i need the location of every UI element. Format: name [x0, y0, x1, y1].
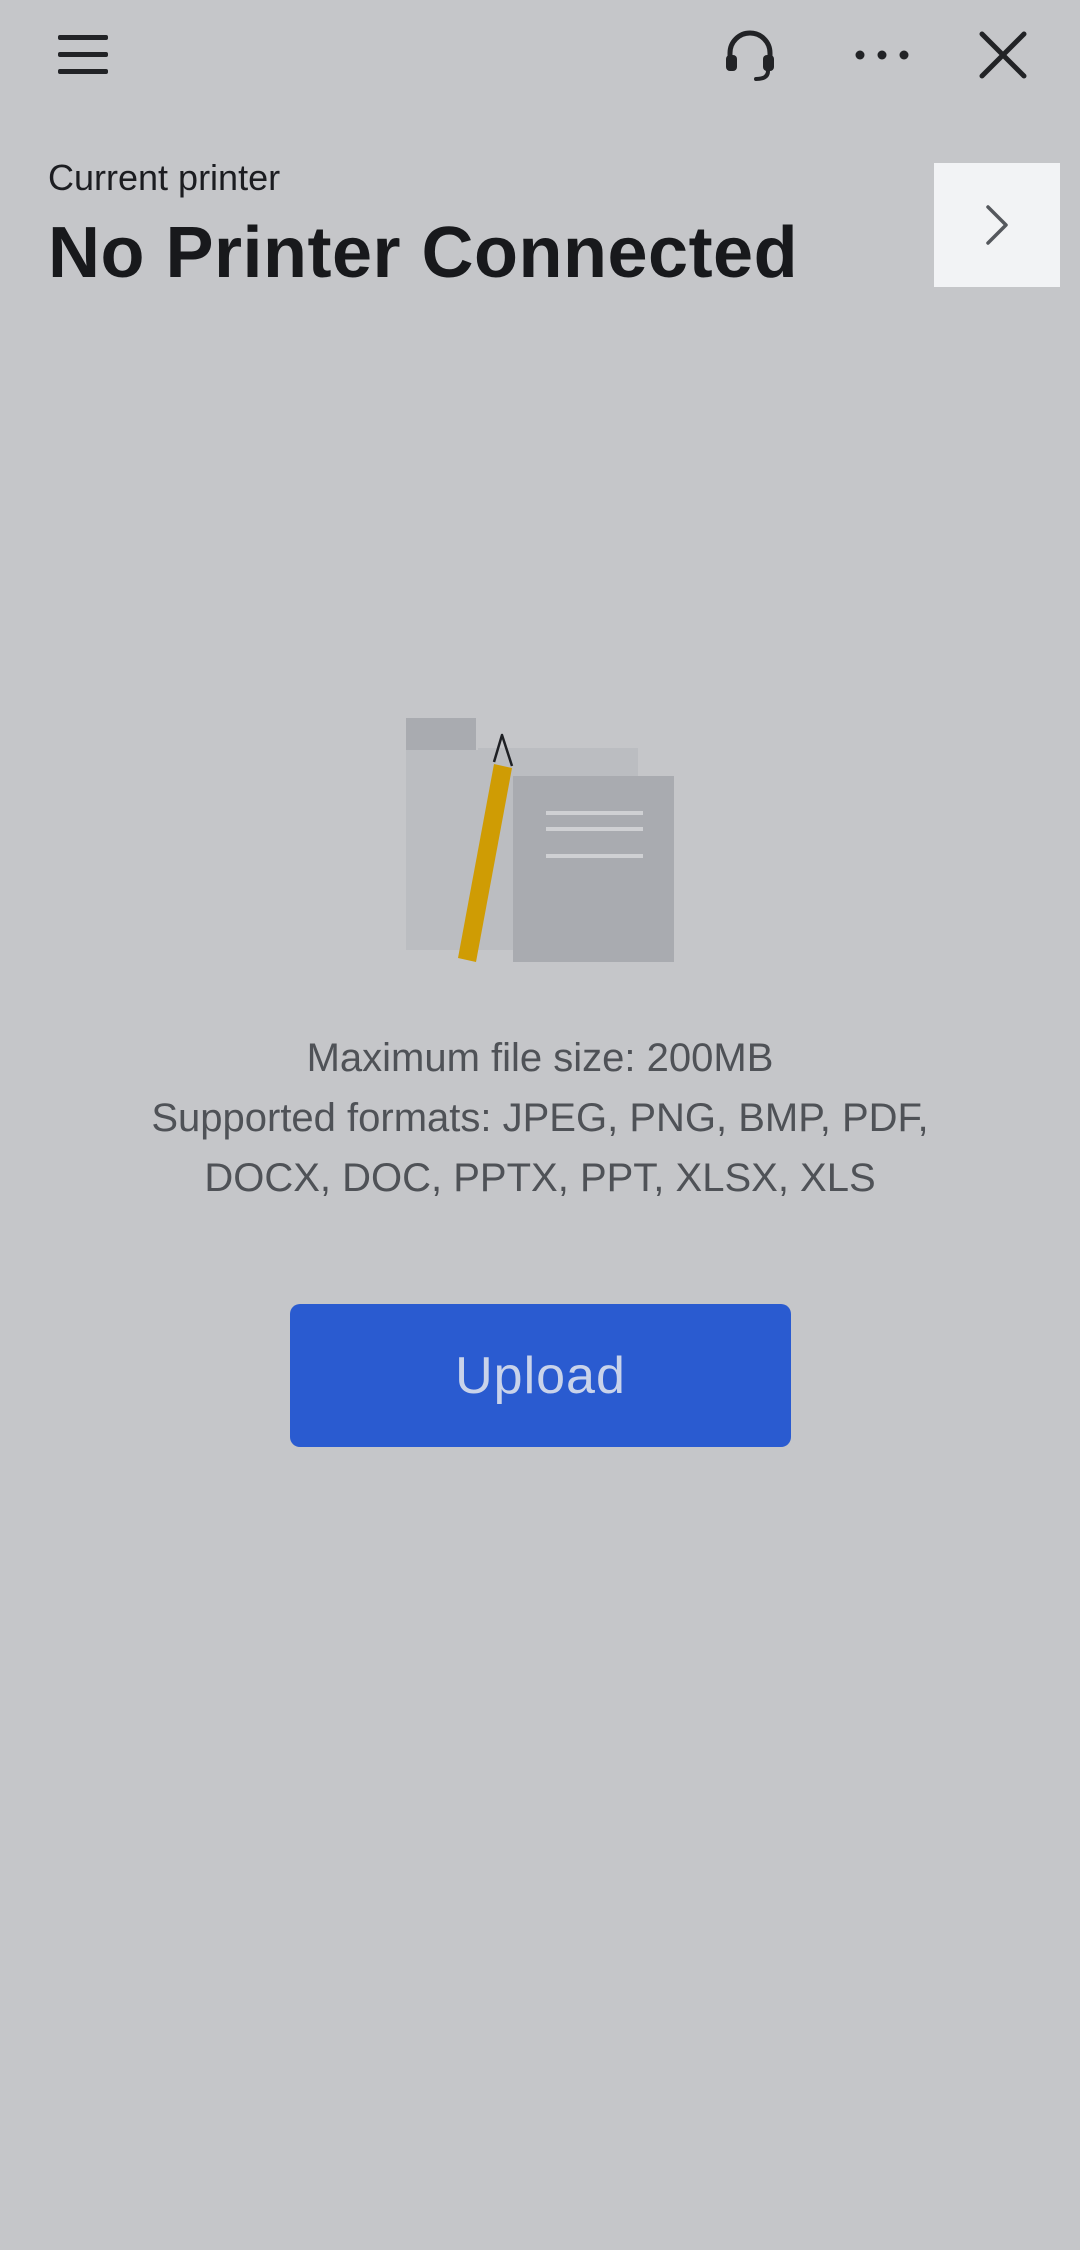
max-file-size-text: Maximum file size: 200MB	[306, 1036, 774, 1080]
supported-formats-text: Supported formats: JPEG, PNG, BMP, PDF,	[151, 1096, 929, 1140]
chevron-right-icon	[986, 205, 1008, 245]
close-icon	[979, 31, 1027, 79]
printer-status-title: No Printer Connected	[48, 213, 799, 293]
close-button[interactable]	[958, 10, 1048, 100]
current-printer-label: Current printer	[48, 157, 281, 198]
documents-pencil-illustration	[398, 710, 688, 970]
upload-requirements: Maximum file size: 200MB Supported forma…	[80, 1028, 1000, 1208]
support-button[interactable]	[705, 10, 795, 100]
more-dots-icon	[855, 50, 909, 60]
top-bar	[0, 0, 1080, 110]
current-printer-section[interactable]: Current printer No Printer Connected	[48, 156, 908, 296]
upload-button[interactable]: Upload	[290, 1304, 791, 1447]
menu-button[interactable]	[39, 10, 129, 100]
more-options-button[interactable]	[837, 10, 927, 100]
supported-formats-text-continued: DOCX, DOC, PPTX, PPT, XLSX, XLS	[204, 1156, 876, 1200]
hamburger-menu-icon	[58, 35, 108, 74]
headset-support-icon	[726, 30, 774, 81]
upload-screen: Current printer No Printer Connected Max…	[0, 0, 1080, 2250]
select-printer-button[interactable]	[934, 163, 1060, 287]
